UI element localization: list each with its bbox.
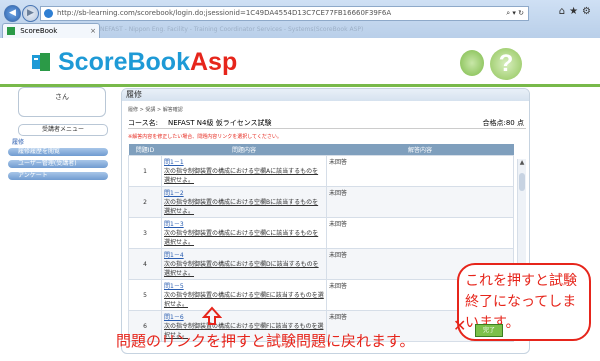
sidebar-item-history[interactable]: 履修履歴を閲覧 [8,148,108,156]
course-name: NEFAST N4級 仮ライセンス試験 [168,119,272,127]
sidebar-item-survey[interactable]: アンケート [8,172,108,180]
caption-text: 問題のリンクを押すと試験問題に戻れます。 [116,332,415,350]
user-box: さん [18,87,106,117]
question-text[interactable]: 次の指令制御装置の構成における空欄Bに該当するものを選択せよ。 [164,199,318,215]
column-header-id: 問題ID [128,144,162,156]
sidebar-link-home[interactable]: 履修 [12,137,24,146]
logo-icon [32,53,50,71]
question-id[interactable]: 問1－3 [164,219,324,228]
question-id[interactable]: 問1－1 [164,157,324,166]
pass-score: 合格点:80 点 [482,119,525,127]
url-text: http://sb-learning.com/scorebook/login.d… [57,9,392,17]
address-bar[interactable]: http://sb-learning.com/scorebook/login.d… [40,6,529,21]
favicon-icon [7,27,15,35]
scroll-thumb[interactable] [519,173,525,191]
column-header-answer: 解答内容 [326,144,514,156]
toolbar-icons[interactable]: ⌂★⚙ [559,6,595,17]
question-id[interactable]: 問1－4 [164,250,324,259]
question-id[interactable]: 問1－2 [164,188,324,197]
question-id[interactable]: 問1－6 [164,312,324,321]
row-number: 2 [128,186,162,218]
row-number: 4 [128,248,162,280]
row-number: 1 [128,155,162,187]
course-label: コース名: [128,119,159,127]
page-title: 履修 [122,89,529,101]
browser-chrome: ◀ ▶ http://sb-learning.com/scorebook/log… [0,0,600,39]
breadcrumb[interactable]: 履修 > 受講 > 解答確認 [128,106,183,113]
site-header: ScoreBookAsp ? [0,38,600,87]
favorites-bar: NEFAST - Nippon Eng. Facility - Training… [100,26,364,33]
question-text[interactable]: 次の指令制御装置の構成における空欄Dに該当するものを選択せよ。 [164,261,319,277]
logout-door-icon[interactable] [460,50,484,76]
table-row: 4 問1－4 次の指令制御装置の構成における空欄Dに該当するものを選択せよ。 未回… [128,248,514,280]
logo-text: ScoreBookAsp [58,48,237,77]
answer-cell: 未回答 [326,155,514,187]
question-link[interactable]: 問1－4 次の指令制御装置の構成における空欄Dに該当するものを選択せよ。 [161,248,327,280]
ie-icon [44,9,53,18]
close-icon[interactable]: × [90,24,96,38]
question-text[interactable]: 次の指令制御装置の構成における空欄Eに該当するものを選択せよ。 [164,292,324,308]
forward-button[interactable]: ▶ [22,5,39,22]
column-header-content: 問題内容 [161,144,327,156]
finish-button[interactable]: 完了 [475,324,503,337]
table-row: 3 問1－3 次の指令制御装置の構成における空欄Cに該当するものを選択せよ。 未回… [128,217,514,249]
course-row: コース名: NEFAST N4級 仮ライセンス試験 合格点:80 点 [128,116,526,129]
row-number: 3 [128,217,162,249]
answer-cell: 未回答 [326,217,514,249]
menu-title: 受講者メニュー [18,124,108,136]
question-link[interactable]: 問1－3 次の指令制御装置の構成における空欄Cに該当するものを選択せよ。 [161,217,327,249]
table-row: 1 問1－1 次の指令制御装置の構成における空欄Aに該当するものを選択せよ。 未回… [128,155,514,187]
help-icon[interactable]: ? [490,48,522,80]
table-row: 2 問1－2 次の指令制御装置の構成における空欄Bに該当するものを選択せよ。 未回… [128,186,514,218]
logo-main: ScoreBook [58,48,190,76]
question-text[interactable]: 次の指令制御装置の構成における空欄Aに該当するものを選択せよ。 [164,168,318,184]
question-id[interactable]: 問1－5 [164,281,324,290]
table-row: 5 問1－5 次の指令制御装置の構成における空欄Eに該当するものを選択せよ。 未回… [128,279,514,311]
tab-title: ScoreBook [20,27,58,35]
up-arrow-icon [202,306,222,325]
question-link[interactable]: 問1－1 次の指令制御装置の構成における空欄Aに該当するものを選択せよ。 [161,155,327,187]
scroll-up-icon[interactable]: ▲ [518,159,526,166]
address-actions-icon[interactable]: ⌕ ▾ ↻ [506,7,524,20]
question-link[interactable]: 問1－5 次の指令制御装置の構成における空欄Eに該当するものを選択せよ。 [161,279,327,311]
x-mark-icon: ✕ [453,316,467,335]
row-number: 5 [128,279,162,311]
logo-asp: Asp [189,48,238,76]
question-link[interactable]: 問1－2 次の指令制御装置の構成における空欄Bに該当するものを選択せよ。 [161,186,327,218]
back-button[interactable]: ◀ [4,5,21,22]
tab-scorebook[interactable]: ScoreBook × [2,23,100,38]
warning-text: ※解答内容を修正したい場合、問題内容リンクを選択してください。 [128,134,282,140]
answer-cell: 未回答 [326,186,514,218]
sidebar-item-user-management[interactable]: ユーザー管理(受講者) [8,160,108,168]
question-text[interactable]: 次の指令制御装置の構成における空欄Cに該当するものを選択せよ。 [164,230,318,246]
